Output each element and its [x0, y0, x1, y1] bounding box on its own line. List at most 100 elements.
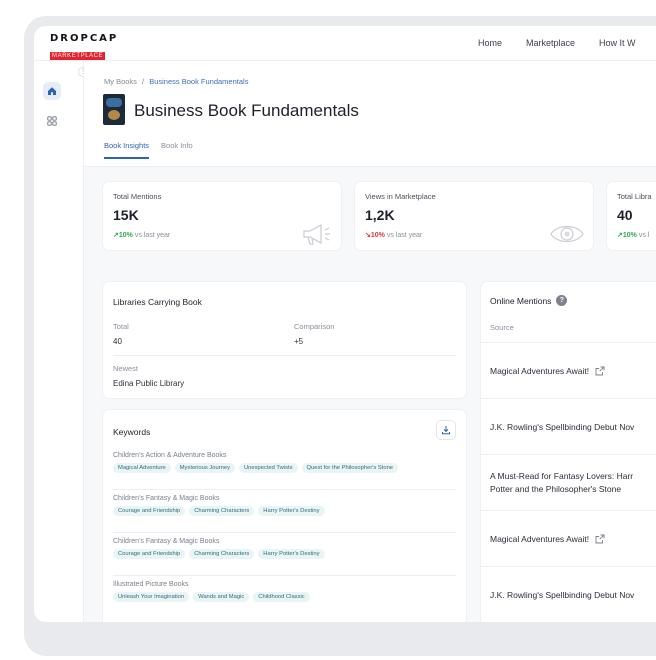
keywords-card: Keywords Children's Action & Adventure B… [102, 409, 467, 622]
help-icon[interactable]: ? [556, 295, 568, 306]
tab-book-info[interactable]: Book Info [161, 141, 193, 159]
top-nav: Home Marketplace How It W [478, 38, 636, 48]
eye-icon [550, 225, 584, 243]
libraries-total-value: 40 [113, 337, 122, 346]
external-link-icon[interactable] [595, 534, 605, 544]
stat-card-views: Views in Marketplace 1,2K ↘10% vs last y… [354, 181, 594, 251]
keyword-category: Children's Fantasy & Magic Books [113, 538, 220, 545]
stat-trend: ↗10% vs l [617, 231, 649, 239]
tab-bar: Book Insights Book Info [104, 141, 193, 159]
keyword-chip[interactable]: Harry Potter's Destiny [258, 549, 325, 559]
mention-row[interactable]: A Must-Read for Fantasy Lovers: Harr Pot… [481, 454, 656, 510]
breadcrumb-current: Business Book Fundamentals [149, 77, 249, 86]
sidebar-item-grid[interactable] [43, 112, 61, 130]
book-cover [103, 94, 125, 125]
mention-title-continued: Potter and the Philosopher's Stone [490, 484, 622, 494]
main-content: My Books / Business Book Fundamentals Bu… [84, 61, 656, 622]
mentions-title: Online Mentions [490, 295, 552, 306]
mention-title: J.K. Rowling's Spellbinding Debut Nov [490, 589, 635, 600]
keyword-category: Illustrated Picture Books [113, 581, 189, 588]
keyword-chip[interactable]: Childhood Classic [253, 592, 310, 602]
download-icon [442, 426, 450, 435]
keywords-title: Keywords [113, 427, 151, 437]
libraries-title: Libraries Carrying Book [113, 297, 202, 307]
stat-value: 40 [617, 207, 633, 223]
keyword-chip[interactable]: Magical Adventure [113, 463, 171, 473]
logo-wordmark: DROPCAP [50, 33, 119, 44]
divider [113, 355, 456, 356]
stat-value: 1,2K [365, 207, 395, 223]
tab-book-insights[interactable]: Book Insights [104, 141, 150, 159]
keyword-chip[interactable]: Wands and Magic [193, 592, 250, 602]
trend-percent: ↗10% [113, 232, 133, 239]
keyword-chip[interactable]: Courage and Friendship [113, 506, 186, 516]
mention-title: Magical Adventures Await! [490, 533, 590, 544]
download-button[interactable] [436, 420, 456, 440]
libraries-total-label: Total [113, 322, 129, 331]
logo[interactable]: DROPCAP MARKETPLACE [50, 34, 118, 62]
mention-title: Magical Adventures Await! [490, 365, 590, 376]
libraries-comparison-label: Comparison [294, 322, 335, 331]
mention-row[interactable]: J.K. Rowling's Spellbinding Debut Nov [481, 566, 656, 622]
mentions-header: Online Mentions ? [490, 295, 568, 306]
divider [113, 575, 456, 576]
trend-percent: ↗10% [617, 232, 637, 239]
stat-value: 15K [113, 207, 139, 223]
top-bar: DROPCAP MARKETPLACE Home Marketplace How… [34, 26, 656, 61]
keyword-group: Children's Fantasy & Magic Books Courage… [113, 538, 456, 559]
keyword-group: Children's Fantasy & Magic Books Courage… [113, 495, 456, 516]
libraries-newest-value: Edina Public Library [113, 379, 185, 388]
keyword-chip[interactable]: Charming Characters [189, 549, 255, 559]
stat-trend: ↗10% vs last year [113, 231, 170, 239]
mentions-column-source: Source [490, 323, 514, 332]
keyword-group: Children's Action & Adventure Books Magi… [113, 452, 456, 473]
keyword-chip[interactable]: Courage and Friendship [113, 549, 186, 559]
home-icon [48, 87, 56, 95]
keyword-category: Children's Action & Adventure Books [113, 452, 227, 459]
trend-suffix: vs last year [134, 232, 171, 239]
logo-subtitle: MARKETPLACE [50, 52, 106, 60]
keyword-chip[interactable]: Quest for the Philosopher's Stone [301, 463, 399, 473]
external-link-icon[interactable] [595, 366, 605, 376]
keyword-chip[interactable]: Harry Potter's Destiny [258, 506, 325, 516]
trend-suffix: vs l [638, 232, 650, 239]
divider [113, 532, 456, 533]
breadcrumb-separator: / [142, 77, 145, 86]
libraries-comparison-value: +5 [294, 337, 304, 346]
page-title: Business Book Fundamentals [134, 101, 359, 120]
stat-card-total-mentions: Total Mentions 15K ↗10% vs last year [102, 181, 342, 251]
trend-suffix: vs last year [386, 232, 423, 239]
keyword-chip[interactable]: Mysterious Journey [174, 463, 235, 473]
breadcrumb-parent[interactable]: My Books [104, 77, 137, 86]
stat-card-total-libraries: Total Libra 40 ↗10% vs l [606, 181, 656, 251]
divider [113, 489, 456, 490]
stat-label: Total Libra [617, 192, 652, 201]
keyword-group: Illustrated Picture Books Unleash Your I… [113, 581, 456, 602]
mention-row[interactable]: Magical Adventures Await! [481, 342, 656, 398]
keyword-chip[interactable]: Unexpected Twists [238, 463, 298, 473]
online-mentions-card: Online Mentions ? Source Magical Adventu… [480, 281, 656, 622]
stat-label: Views in Marketplace [365, 192, 436, 201]
nav-marketplace[interactable]: Marketplace [526, 38, 575, 48]
stat-trend: ↘10% vs last year [365, 231, 422, 239]
grid-icon [47, 116, 57, 126]
sidebar-item-home[interactable] [43, 82, 61, 100]
nav-how-it-works[interactable]: How It W [599, 38, 636, 48]
stat-label: Total Mentions [113, 192, 162, 201]
sidebar: ⋮ [34, 61, 88, 622]
mention-row[interactable]: J.K. Rowling's Spellbinding Debut Nov [481, 398, 656, 454]
megaphone-icon [303, 223, 330, 245]
keyword-category: Children's Fantasy & Magic Books [113, 495, 220, 502]
app-window: DROPCAP MARKETPLACE Home Marketplace How… [34, 26, 656, 622]
keyword-chip[interactable]: Charming Characters [189, 506, 255, 516]
page-header: My Books / Business Book Fundamentals Bu… [84, 61, 656, 167]
mention-row[interactable]: Magical Adventures Await! [481, 510, 656, 566]
nav-home[interactable]: Home [478, 38, 502, 48]
breadcrumb: My Books / Business Book Fundamentals [104, 77, 248, 86]
trend-percent: ↘10% [365, 232, 385, 239]
mention-title: J.K. Rowling's Spellbinding Debut Nov [490, 421, 635, 432]
libraries-newest-label: Newest [113, 364, 139, 373]
libraries-card: Libraries Carrying Book Total 40 Compari… [102, 281, 467, 399]
mention-title: A Must-Read for Fantasy Lovers: Harr [490, 471, 634, 481]
keyword-chip[interactable]: Unleash Your Imagination [113, 592, 190, 602]
